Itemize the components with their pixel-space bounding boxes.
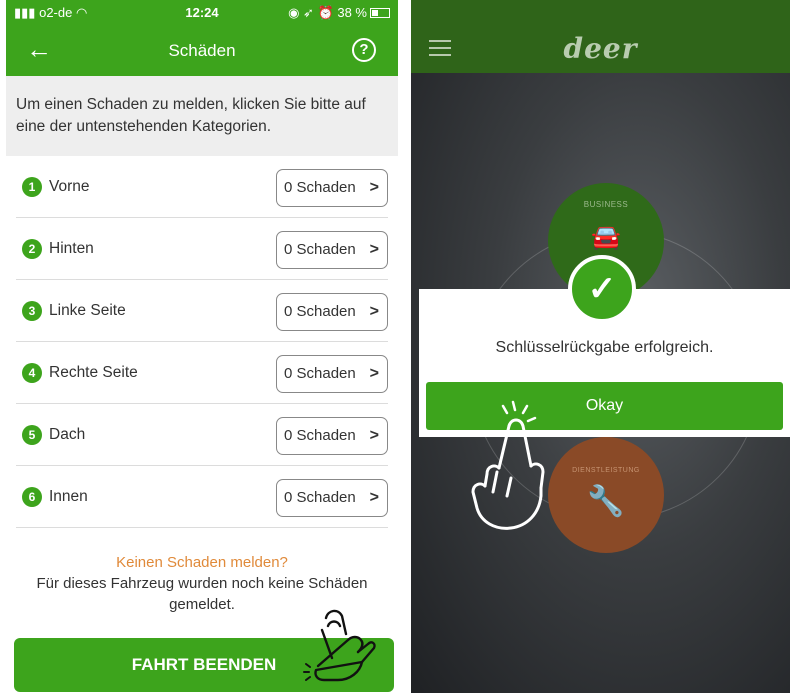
battery-icon (370, 8, 390, 18)
category-number-badge: 4 (22, 363, 42, 383)
category-row-vorne[interactable]: 1 Vorne 0 Schaden > (16, 156, 388, 218)
category-number-badge: 1 (22, 177, 42, 197)
battery-percent: 38 % (337, 5, 367, 20)
app-bar: ← Schäden ? (6, 26, 398, 76)
service-bubble[interactable]: DIENSTLEISTUNG 🔧 (548, 437, 664, 553)
dialog-message: Schlüsselrückgabe erfolgreich. (495, 339, 714, 356)
status-bar: ▮▮▮ o2-de ◠ 12:24 ◉ ➶ ⏰ 38 % (6, 0, 398, 26)
pointing-hand-icon (303, 609, 376, 682)
damage-count-button[interactable]: 0 Schaden > (276, 293, 388, 331)
category-label: Vorne (49, 178, 90, 195)
help-icon[interactable]: ? (352, 38, 376, 62)
category-label: Innen (49, 488, 88, 505)
damage-count-button[interactable]: 0 Schaden > (276, 417, 388, 455)
category-label: Dach (49, 426, 86, 443)
category-number-badge: 5 (22, 425, 42, 445)
category-label: Hinten (49, 240, 94, 257)
chevron-right-icon: > (369, 365, 379, 382)
category-row-dach[interactable]: 5 Dach 0 Schaden > (16, 404, 388, 466)
app-bar: deer (411, 28, 790, 73)
damage-count: 0 Schaden (284, 241, 356, 258)
chevron-right-icon: > (369, 427, 379, 444)
category-list: 1 Vorne 0 Schaden > 2 Hinten 0 Schaden > 3… (6, 156, 398, 528)
category-row-innen[interactable]: 6 Innen 0 Schaden > (16, 466, 388, 528)
damage-count: 0 Schaden (284, 365, 356, 382)
chevron-right-icon: > (369, 303, 379, 320)
damage-count: 0 Schaden (284, 303, 356, 320)
key-return-screen: deer BUSINESS 🚘 DIENSTLEISTUNG 🔧 Schlüss… (411, 0, 790, 693)
wrench-icon: 🔧 (587, 485, 625, 518)
status-bar (411, 0, 790, 28)
category-label: Rechte Seite (49, 364, 138, 381)
damage-count-button[interactable]: 0 Schaden > (276, 355, 388, 393)
category-row-hinten[interactable]: 2 Hinten 0 Schaden > (16, 218, 388, 280)
category-row-linke-seite[interactable]: 3 Linke Seite 0 Schaden > (16, 280, 388, 342)
chevron-right-icon: > (369, 241, 379, 258)
no-damage-link[interactable]: Keinen Schaden melden? (6, 552, 398, 573)
damage-count: 0 Schaden (284, 427, 356, 444)
business-label: BUSINESS (583, 200, 629, 209)
damage-count: 0 Schaden (284, 179, 356, 196)
category-row-rechte-seite[interactable]: 4 Rechte Seite 0 Schaden > (16, 342, 388, 404)
category-number-badge: 3 (22, 301, 42, 321)
location-icon: ◉ ➶ ⏰ (288, 5, 334, 20)
checkmark-icon: ✓ (568, 255, 636, 323)
chevron-right-icon: > (369, 489, 379, 506)
pointing-hand-icon (471, 400, 545, 530)
service-label: DIENSTLEISTUNG (572, 467, 640, 474)
chevron-right-icon: > (369, 179, 379, 196)
brand-logo: deer (563, 32, 638, 65)
category-label: Linke Seite (49, 302, 126, 319)
page-title: Schäden (168, 41, 236, 60)
damage-count: 0 Schaden (284, 489, 356, 506)
damage-screen: ▮▮▮ o2-de ◠ 12:24 ◉ ➶ ⏰ 38 % ← Schäden ?… (6, 0, 398, 693)
damage-count-button[interactable]: 0 Schaden > (276, 231, 388, 269)
category-number-badge: 6 (22, 487, 42, 507)
category-number-badge: 2 (22, 239, 42, 259)
intro-text: Um einen Schaden zu melden, klicken Sie … (6, 76, 398, 156)
damage-count-button[interactable]: 0 Schaden > (276, 169, 388, 207)
damage-count-button[interactable]: 0 Schaden > (276, 479, 388, 517)
car-icon: 🚘 (591, 224, 621, 251)
